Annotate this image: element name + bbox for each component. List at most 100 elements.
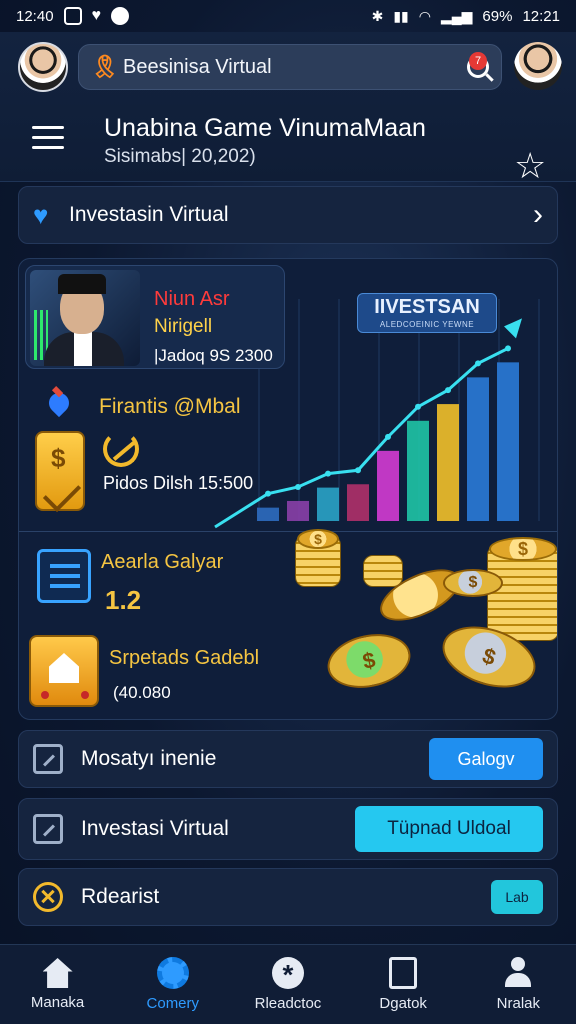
- cell-signal-icon: ▂▄▆: [440, 7, 473, 24]
- tupnad-uldoal-button[interactable]: Tüpnad Uldoal: [355, 806, 543, 852]
- action-row-1[interactable]: Mosatyı inenie Galogv: [18, 730, 558, 788]
- nav-label: Comery: [146, 995, 200, 1012]
- profile-name: Niun Asr: [154, 288, 230, 310]
- trend-point: [505, 345, 511, 352]
- gear-icon: [156, 957, 189, 989]
- dollar-coin-icon: $: [297, 529, 339, 549]
- nav-label: Rleadctoc: [254, 995, 322, 1012]
- document-icon[interactable]: [37, 549, 91, 603]
- coin-stack-small: [363, 555, 403, 587]
- signal-icon: ▮▮: [393, 7, 409, 24]
- finance-title: Firantis @Mbal: [99, 395, 241, 418]
- section-label: Investasin Virtual: [69, 203, 229, 226]
- profile-role: Nirigell: [154, 316, 213, 337]
- lab-button[interactable]: Lab: [491, 880, 543, 914]
- profile-avatar[interactable]: [514, 42, 562, 90]
- status-time-right: 12:21: [522, 7, 560, 25]
- profile-photo: [30, 270, 140, 366]
- nav-item-nralak[interactable]: Nralak: [463, 957, 573, 1012]
- chart-bar: [257, 507, 279, 521]
- home-icon: [42, 958, 73, 988]
- bluetooth-icon: ✱: [371, 7, 384, 24]
- wallet-icon[interactable]: [35, 431, 85, 511]
- trend-point: [385, 433, 391, 440]
- notification-badge: 7: [469, 52, 487, 70]
- heart-icon: ♥: [33, 199, 49, 230]
- house-icon[interactable]: [29, 635, 99, 707]
- nav-item-dgatok[interactable]: Dgatok: [348, 957, 458, 1012]
- earn-title: Srpetads Gadebl: [109, 647, 260, 669]
- x-circle-icon: [33, 882, 63, 912]
- brand-ribbon-icon: 🎗: [91, 54, 119, 79]
- investasi-badge: IIVESTSAN ALEDCOEINIC YEWNE: [357, 293, 497, 333]
- profile-box: Niun Asr Nirigell |Jadoq 9S 2300: [25, 265, 285, 369]
- action-label-3: Rdearist: [81, 885, 160, 908]
- growth-chart-icon: [103, 431, 139, 467]
- bottom-navigation: Manaka Comery * Rleadctoc Dgatok Nralak: [0, 944, 576, 1024]
- page-subtitle: Sisimabs| 20,202): [104, 146, 256, 167]
- action-row-2[interactable]: Investasi Virtual Tüpnad Uldoal: [18, 798, 558, 860]
- trend-point: [355, 467, 361, 474]
- badge-title: IIVESTSAN: [374, 296, 480, 318]
- nav-label: Dgatok: [379, 995, 427, 1012]
- galogv-button[interactable]: Galogv: [429, 738, 543, 780]
- nav-item-home[interactable]: Manaka: [3, 958, 113, 1011]
- chevron-right-icon[interactable]: ›: [533, 198, 543, 232]
- chart-bar: [377, 450, 399, 521]
- chart-bar: [467, 377, 489, 521]
- gallery-notification-icon: [63, 7, 82, 25]
- dollar-coin-icon: $: [489, 537, 557, 561]
- action-row-3[interactable]: Rdearist Lab: [18, 868, 558, 926]
- document-nav-icon: [389, 957, 418, 989]
- badge-subtitle: ALEDCOEINIC YEWNE: [379, 320, 475, 329]
- chart-bar: [347, 484, 369, 521]
- nav-label: Nralak: [496, 995, 541, 1012]
- chart-bar: [407, 420, 429, 521]
- favorite-star-icon[interactable]: ☆: [514, 148, 546, 184]
- nav-item-rleadctoc[interactable]: * Rleadctoc: [233, 957, 343, 1012]
- circle-notification-icon: [111, 7, 130, 25]
- dollar-coin-icon: $: [443, 569, 503, 597]
- trend-point: [445, 387, 451, 394]
- page-title: Unabina Game VinumaMaan: [104, 114, 426, 142]
- chart-bar: [497, 362, 519, 521]
- status-time-left: 12:40: [16, 7, 54, 25]
- asset-title: Aearla Galyar: [101, 551, 224, 573]
- profile-value: |Jadoq 9S 2300: [154, 346, 273, 365]
- top-header: 🎗 Beesinisa Virtual 7 Unabina Game Vinum…: [0, 32, 576, 184]
- trend-point: [295, 483, 301, 490]
- profit-text: Pidos Dilsh 15:500: [103, 473, 254, 493]
- asterisk-icon: *: [271, 957, 304, 990]
- checkbox-icon[interactable]: [33, 814, 63, 844]
- heart-notification-icon: ♥: [91, 7, 102, 24]
- trend-point: [475, 360, 481, 367]
- chart-bar: [317, 487, 339, 521]
- search-button[interactable]: 7: [467, 52, 489, 78]
- nav-label: Manaka: [30, 994, 85, 1011]
- status-left: 12:40 ♥: [16, 7, 130, 25]
- trend-point: [325, 470, 331, 477]
- action-label-1: Mosatyı inenie: [81, 747, 217, 770]
- investasi-virtual-row[interactable]: ♥ Investasin Virtual ›: [18, 186, 558, 244]
- status-bar: 12:40 ♥ ✱ ▮▮ ◠ ▂▄▆ 69% 12:21: [0, 0, 576, 32]
- asset-value: 1.2: [105, 585, 142, 615]
- action-label-2: Investasi Virtual: [81, 817, 229, 840]
- nav-item-comery[interactable]: Comery: [118, 957, 228, 1012]
- hamburger-menu-icon[interactable]: [32, 126, 64, 150]
- chart-bar: [287, 500, 309, 521]
- user-avatar[interactable]: [18, 42, 68, 92]
- earn-value: (40.080: [113, 683, 171, 702]
- search-text: Beesinisa Virtual: [123, 55, 272, 78]
- battery-percent: 69%: [482, 7, 513, 25]
- user-icon: [503, 957, 533, 989]
- trend-arrow-icon: [504, 318, 522, 339]
- investment-card: Niun Asr Nirigell |Jadoq 9S 2300 IIVESTS…: [18, 258, 558, 720]
- wifi-icon: ◠: [418, 7, 431, 24]
- trend-point: [415, 403, 421, 410]
- checkbox-icon[interactable]: [33, 744, 63, 774]
- trend-point: [265, 490, 271, 497]
- card-divider: [19, 531, 557, 532]
- status-right: ✱ ▮▮ ◠ ▂▄▆ 69% 12:21: [372, 8, 560, 25]
- search-bar[interactable]: 🎗 Beesinisa Virtual 7: [78, 44, 502, 90]
- chart-bar: [437, 404, 459, 521]
